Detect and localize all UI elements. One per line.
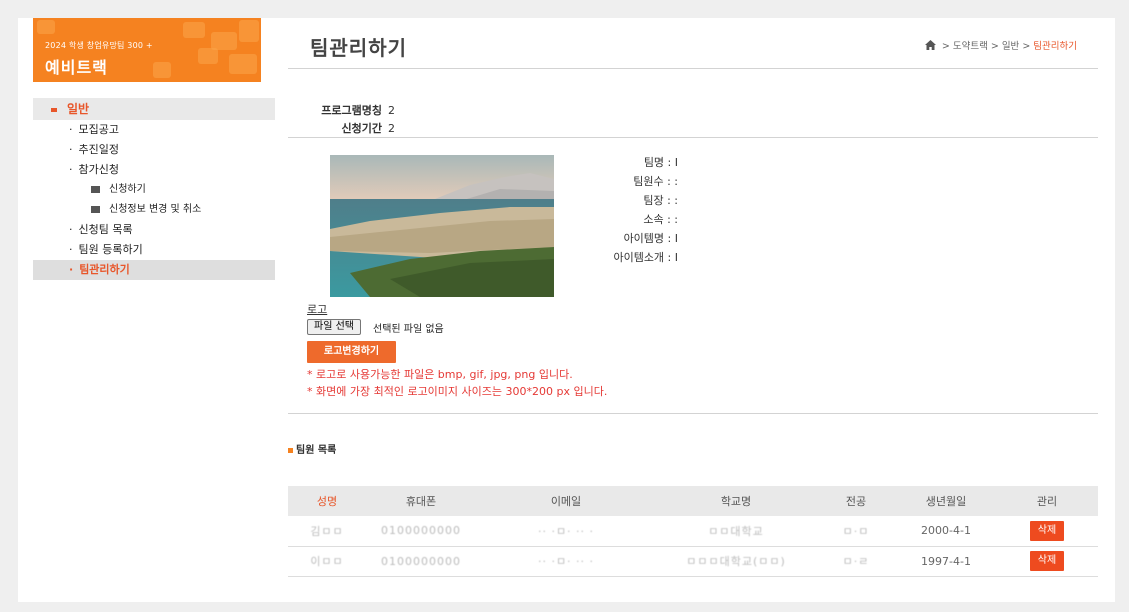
team-affiliation: 소속 : : [643, 213, 678, 226]
sidebar-item-label: 신청하기 [109, 184, 146, 195]
sidebar-item-team-list[interactable]: · 신청팀 목록 [33, 220, 275, 240]
sidebar-item-team-manage[interactable]: · 팀관리하기 [33, 260, 275, 280]
team-leader: 팀장 : : [643, 194, 678, 207]
page-frame: 2024 학생 창업유망팀 300 + 예비트랙 일반 · 모집공고 · 추진일정 … [18, 18, 1115, 602]
brand-logo[interactable]: 2024 학생 창업유망팀 300 + 예비트랙 [33, 18, 261, 82]
sidebar-item-label: 신청팀 목록 [78, 223, 133, 236]
sidebar-item-label: 팀원 등록하기 [78, 243, 143, 256]
sidebar-item-apply[interactable]: · 참가신청 [33, 160, 275, 180]
logo-label: 로고 [307, 303, 328, 316]
change-logo-button[interactable]: 로고변경하기 [307, 341, 396, 363]
col-name: 성명 [316, 495, 338, 508]
team-item-intro: 아이템소개 : I [613, 251, 678, 264]
divider [288, 68, 1098, 69]
col-birth: 생년월일 [925, 495, 967, 508]
sidebar-item-label: 팀관리하기 [79, 263, 130, 276]
bullet-icon: · [69, 143, 73, 156]
sidebar-item-recruit[interactable]: · 모집공고 [33, 120, 275, 140]
cell-name: 김ㅁㅁ [288, 516, 366, 547]
member-section-label: 팀원 목록 [296, 445, 337, 456]
cell-major: ㅁ·ㅁ [816, 516, 896, 547]
sidebar-subitem-apply-now[interactable]: 신청하기 [33, 180, 275, 200]
col-school: 학교명 [720, 495, 752, 508]
logo-note-formats: * 로고로 사용가능한 파일은 bmp, gif, jpg, png 입니다. [307, 368, 573, 381]
square-bullet-icon [91, 205, 100, 213]
program-row: 프로그램명칭 2 [290, 102, 395, 118]
breadcrumb-sep: > [1019, 41, 1034, 52]
divider [288, 413, 1098, 414]
breadcrumb-sep: > [987, 41, 1002, 52]
cell-phone: 0100000000 [366, 546, 476, 577]
breadcrumb: > 도약트랙 > 일반 > 팀관리하기 [924, 38, 1077, 53]
team-member-count: 팀원수 : : [633, 175, 678, 188]
bullet-icon: · [69, 243, 73, 256]
section-bullet-icon [288, 447, 293, 453]
logo-note-size: * 화면에 가장 최적인 로고이미지 사이즈는 300*200 px 입니다. [307, 385, 608, 398]
program-value: 2 [388, 104, 395, 117]
file-select-button[interactable]: 파일 선택 [307, 319, 361, 335]
table-row: 이ㅁㅁ 0100000000 ·· ·ㅁ· ·· · ㅁㅁㅁ대학교(ㅁㅁ) ㅁ·… [288, 546, 1098, 577]
cell-email: ·· ·ㅁ· ·· · [476, 546, 656, 577]
period-row: 신청기간 2 [290, 120, 395, 136]
program-label: 프로그램명칭 [321, 104, 382, 117]
cell-major: ㅁ·ㄹ [816, 546, 896, 577]
breadcrumb-sep: > [938, 41, 953, 52]
breadcrumb-item[interactable]: 도약트랙 [953, 41, 988, 52]
bullet-icon: · [69, 123, 73, 136]
logo-title: 예비트랙 [45, 58, 108, 77]
col-phone: 휴대폰 [405, 495, 437, 508]
sidebar-item-label: 추진일정 [78, 143, 119, 156]
team-logo-image [330, 155, 554, 297]
cell-school: ㅁㅁ대학교 [656, 516, 816, 547]
sidebar-item-label: 모집공고 [78, 123, 119, 136]
col-email: 이메일 [550, 495, 582, 508]
sidebar-category[interactable]: 일반 [33, 98, 275, 120]
period-value: 2 [388, 122, 395, 135]
delete-button[interactable]: 삭제 [1030, 520, 1064, 541]
cell-email: ·· ·ㅁ· ·· · [476, 516, 656, 547]
sidebar-item-schedule[interactable]: · 추진일정 [33, 140, 275, 160]
sidebar-item-member-register[interactable]: · 팀원 등록하기 [33, 240, 275, 260]
cell-birth: 1997-4-1 [896, 546, 996, 577]
bullet-icon: · [69, 223, 73, 236]
delete-button[interactable]: 삭제 [1030, 551, 1064, 571]
sidebar-item-label: 참가신청 [78, 163, 119, 176]
home-icon[interactable] [924, 40, 936, 53]
sidebar-item-label: 신청정보 변경 및 취소 [109, 204, 202, 215]
square-bullet-icon [91, 185, 100, 193]
bullet-icon: · [69, 163, 73, 176]
category-bullet-icon [51, 107, 57, 112]
divider [288, 137, 1098, 138]
cell-phone: 0100000000 [366, 516, 476, 547]
period-label: 신청기간 [341, 122, 382, 135]
page-title: 팀관리하기 [310, 36, 407, 60]
file-status: 선택된 파일 없음 [373, 324, 444, 335]
cell-manage: 삭제 [996, 516, 1098, 547]
cell-manage: 삭제 [996, 546, 1098, 577]
sidebar-nav: 일반 · 모집공고 · 추진일정 · 참가신청 신청하기 신청정보 변경 및 취소 ·… [33, 98, 275, 280]
member-table: 성명 휴대폰 이메일 학교명 전공 생년월일 관리 김ㅁㅁ 0100000000… [288, 486, 1098, 577]
table-header-row: 성명 휴대폰 이메일 학교명 전공 생년월일 관리 [288, 486, 1098, 516]
member-section-title: 팀원 목록 [288, 441, 336, 456]
sidebar-subitem-change-cancel[interactable]: 신청정보 변경 및 취소 [33, 200, 275, 220]
breadcrumb-current: 팀관리하기 [1033, 41, 1077, 52]
cell-school: ㅁㅁㅁ대학교(ㅁㅁ) [656, 546, 816, 577]
cell-name: 이ㅁㅁ [288, 546, 366, 577]
col-manage: 관리 [1036, 495, 1058, 508]
logo-subtitle: 2024 학생 창업유망팀 300 + [45, 41, 153, 50]
team-item-name: 아이템명 : I [623, 232, 678, 245]
breadcrumb-item[interactable]: 일반 [1002, 41, 1019, 52]
col-major: 전공 [845, 495, 867, 508]
cell-birth: 2000-4-1 [896, 516, 996, 547]
bullet-icon: · [69, 263, 74, 276]
team-details: 팀명 : I 팀원수 : : 팀장 : : 소속 : : 아이템명 : I 아이… [538, 153, 678, 267]
table-row: 김ㅁㅁ 0100000000 ·· ·ㅁ· ·· · ㅁㅁ대학교 ㅁ·ㅁ 200… [288, 516, 1098, 547]
sidebar-category-label: 일반 [67, 102, 90, 116]
team-name: 팀명 : I [643, 156, 678, 169]
